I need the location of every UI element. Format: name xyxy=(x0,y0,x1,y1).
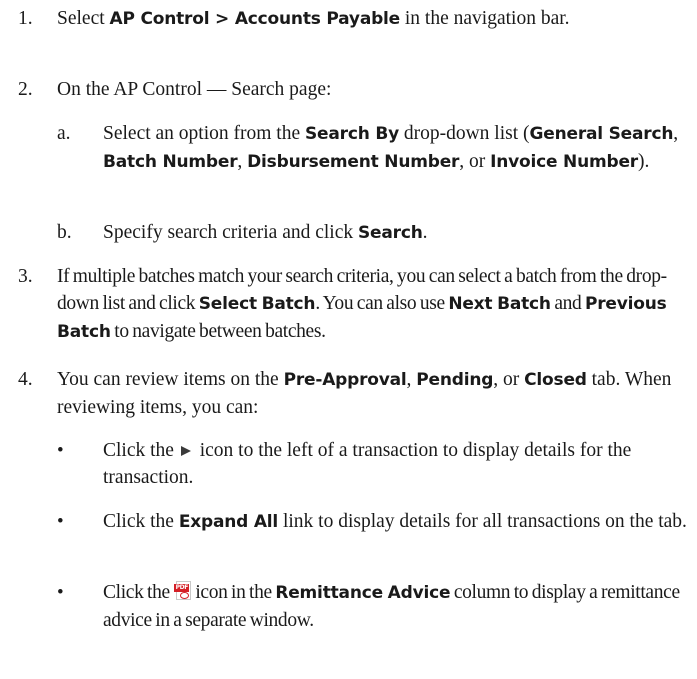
step-3: 3. If multiple batches match your search… xyxy=(0,263,697,346)
text-run: Click the xyxy=(103,511,179,532)
step-number: 2. xyxy=(18,79,33,100)
ui-label: Disbursement Number xyxy=(247,152,460,172)
step-2: 2. On the AP Control — Search page: xyxy=(0,76,697,103)
bullet-text: Click the icon to the left of a transact… xyxy=(103,437,693,491)
bullet-marker: • xyxy=(57,440,64,461)
step-text: On the AP Control — Search page: xyxy=(57,79,332,100)
ui-label: Pre-Approval xyxy=(283,370,407,390)
ui-label: Select Batch xyxy=(198,294,316,314)
text-run: icon in the xyxy=(195,582,276,603)
text-run: link to display details for all transact… xyxy=(278,511,687,532)
ui-label: Expand All xyxy=(178,512,279,532)
text-run: and xyxy=(550,293,585,314)
step-1: 1. Select AP Control > Accounts Payable … xyxy=(0,5,697,33)
ui-label: AP Control > Accounts Payable xyxy=(109,9,401,29)
step-number: 4. xyxy=(18,369,33,390)
text-run: in the navigation bar. xyxy=(400,8,570,29)
ui-label: Next Batch xyxy=(448,294,551,314)
substep-b: b. Specify search criteria and click Sea… xyxy=(0,219,697,247)
substep-letter: b. xyxy=(57,222,72,243)
ui-label: Search xyxy=(358,223,423,243)
text-run: Click the xyxy=(103,582,174,603)
expand-arrow-icon xyxy=(180,445,191,456)
ui-label: Batch Number xyxy=(103,152,238,172)
bullet-marker: • xyxy=(57,582,64,603)
text-run: to navigate between batches. xyxy=(110,321,326,342)
text-run: drop-down list ( xyxy=(398,123,530,144)
step-4: 4. You can review items on the Pre-Appro… xyxy=(0,366,697,421)
pdf-icon: PDF xyxy=(174,581,194,601)
text-run: ). xyxy=(637,151,650,172)
text-run: , or xyxy=(459,151,491,172)
bullet-item-3: • Click the PDF icon in the Remittance Ad… xyxy=(0,579,697,634)
text-run: , xyxy=(237,151,248,172)
ui-label: Invoice Number xyxy=(490,152,638,172)
step-text: If multiple batches match your search cr… xyxy=(57,263,693,346)
text-run: Select an option from the xyxy=(103,123,305,144)
text-run: . xyxy=(422,222,428,243)
ui-label: Search By xyxy=(305,124,399,144)
substep-text: Select an option from the Search By drop… xyxy=(103,120,693,176)
text-run: Specify search criteria and click xyxy=(103,222,358,243)
ui-label: Pending xyxy=(416,370,494,390)
text-run: You can review items on the xyxy=(57,369,284,390)
text-run: Click the xyxy=(103,440,179,461)
text-run: Select xyxy=(57,8,110,29)
text-run: . You can also use xyxy=(315,293,449,314)
pdf-icon-label: PDF xyxy=(174,584,190,592)
ui-label: Remittance Advice xyxy=(275,583,451,603)
ui-label: Closed xyxy=(524,370,587,390)
bullet-item-2: • Click the Expand All link to display d… xyxy=(0,508,697,536)
text-run: , xyxy=(406,369,417,390)
text-run: , or xyxy=(493,369,525,390)
bullet-text: Click the Expand All link to display det… xyxy=(103,508,693,536)
step-text: You can review items on the Pre-Approval… xyxy=(57,366,693,421)
step-number: 3. xyxy=(18,266,33,287)
step-number: 1. xyxy=(18,8,33,29)
bullet-marker: • xyxy=(57,511,64,532)
substep-letter: a. xyxy=(57,123,71,144)
bullet-item-1: • Click the icon to the left of a transa… xyxy=(0,437,697,491)
ui-label: General Search xyxy=(529,124,674,144)
step-text: Select AP Control > Accounts Payable in … xyxy=(57,5,693,33)
substep-a: a. Select an option from the Search By d… xyxy=(0,120,697,176)
substep-text: Specify search criteria and click Search… xyxy=(103,219,693,247)
text-run: , xyxy=(673,123,679,144)
bullet-text: Click the PDF icon in the Remittance Advi… xyxy=(103,579,693,634)
